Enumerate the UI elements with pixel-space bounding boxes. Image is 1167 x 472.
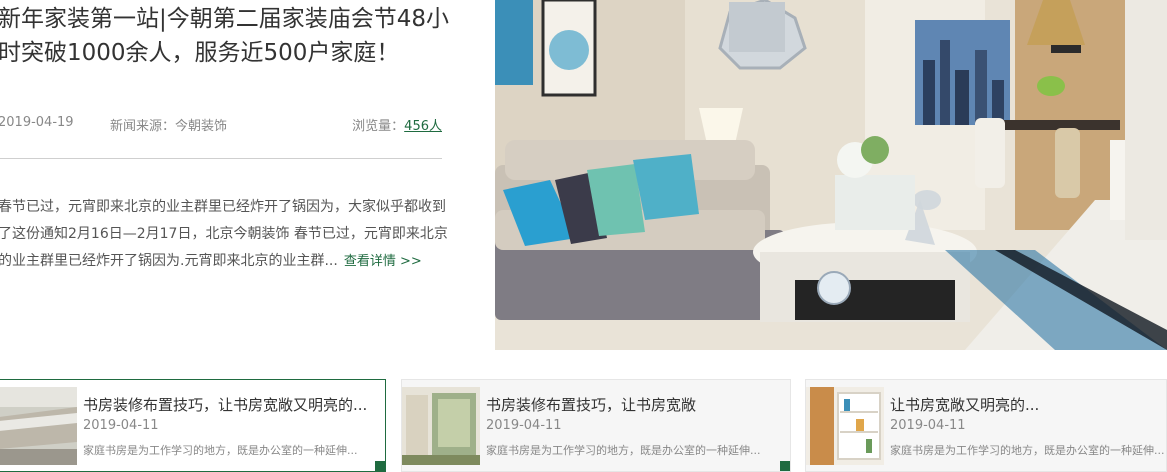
views-label: 浏览量：: [352, 119, 405, 134]
shop-sign-photo: [402, 387, 480, 465]
active-corner-marker: [375, 461, 385, 471]
divider: [0, 158, 442, 159]
card-description: 家庭书房是为工作学习的地方，既是办公室的一种延伸...: [486, 444, 761, 457]
card-description: 家庭书房是为工作学习的地方，既是办公室的一种延伸...: [83, 444, 358, 457]
news-card[interactable]: 书房装修布置技巧，让书房宽敞又明亮的... 2019-04-11 家庭书房是为工…: [0, 379, 386, 472]
card-description: 家庭书房是为工作学习的地方，既是办公室的一种延伸...: [890, 444, 1165, 457]
card-date: 2019-04-11: [83, 418, 159, 433]
featured-article: 新年家装第一站|今朝第二届家装庙会节48小时突破1000余人，服务近500户家庭…: [0, 0, 470, 350]
views-count[interactable]: 456人: [404, 119, 442, 134]
read-more-link[interactable]: 查看详情 >>: [344, 254, 422, 269]
shop-sign-illustration: [402, 387, 480, 465]
article-summary: 春节已过，元宵即来北京的业主群里已经炸开了锅因为，大家似乎都收到了这份通知2月1…: [0, 194, 450, 275]
news-card[interactable]: 让书房宽敞又明亮的... 2019-04-11 家庭书房是为工作学习的地方，既是…: [805, 379, 1167, 472]
card-date: 2019-04-11: [890, 418, 966, 433]
storefront-illustration: [0, 387, 77, 465]
card-title[interactable]: 让书房宽敞又明亮的...: [890, 394, 1039, 415]
article-source: 新闻来源：今朝装饰: [110, 119, 228, 134]
bookshelf-photo: [806, 387, 884, 465]
card-title[interactable]: 书房装修布置技巧，让书房宽敞: [486, 394, 696, 415]
card-date: 2019-04-11: [486, 418, 562, 433]
article-title[interactable]: 新年家装第一站|今朝第二届家装庙会节48小时突破1000余人，服务近500户家庭…: [0, 2, 468, 70]
bookshelf-illustration: [806, 387, 884, 465]
article-views: 浏览量：456人: [352, 115, 442, 134]
card-title[interactable]: 书房装修布置技巧，让书房宽敞又明亮的...: [83, 394, 367, 415]
living-room-photo[interactable]: [495, 0, 1167, 350]
article-date: 2019-04-19: [0, 115, 74, 130]
living-room-illustration: [495, 0, 1167, 350]
storefront-photo: [0, 387, 77, 465]
news-card[interactable]: 书房装修布置技巧，让书房宽敞 2019-04-11 家庭书房是为工作学习的地方，…: [401, 379, 791, 472]
article-meta: 2019-04-19 新闻来源：今朝装饰 浏览量：456人: [0, 115, 442, 135]
corner-marker: [780, 461, 790, 471]
